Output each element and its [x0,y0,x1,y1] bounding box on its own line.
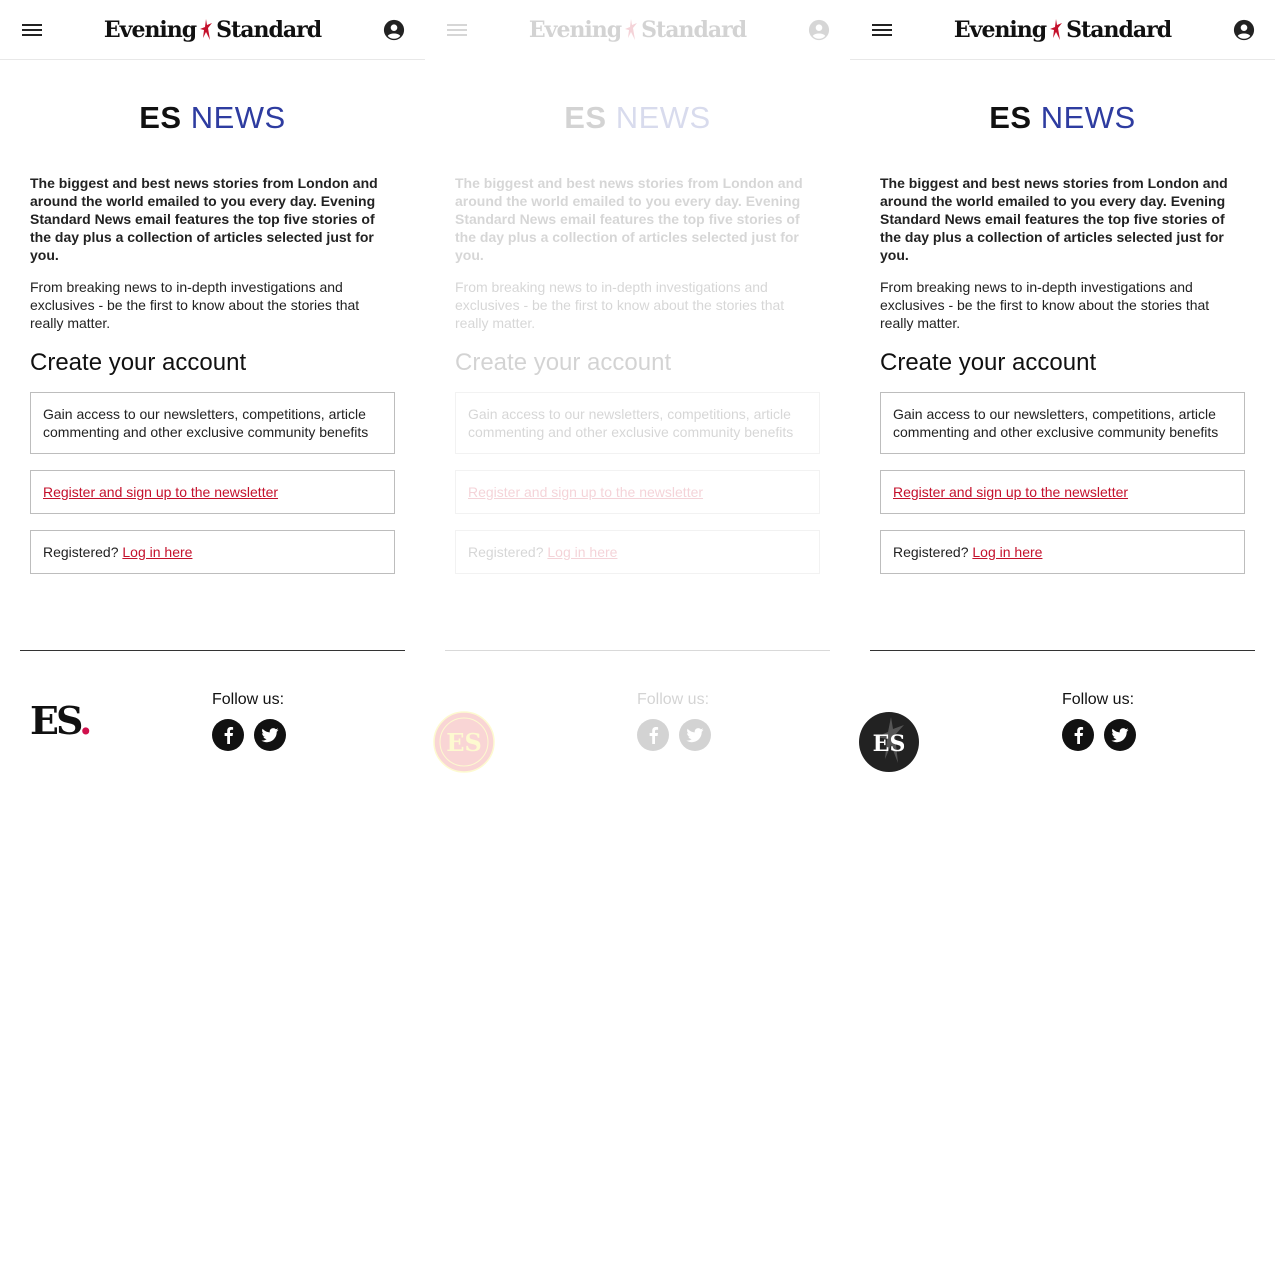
follow-us: Follow us: [637,691,711,751]
footer-logo[interactable]: ES [858,711,920,778]
benefits-box: Gain access to our newsletters, competit… [880,392,1245,454]
follow-label: Follow us: [637,691,710,708]
main-content: ES NEWS The biggest and best news storie… [0,98,425,574]
facebook-icon[interactable] [212,719,244,751]
registered-label: Registered? [893,544,969,560]
account-icon[interactable] [1233,19,1255,41]
site-header: Evening Standard [425,0,850,60]
account-icon[interactable] [808,19,830,41]
svg-text:ES: ES [873,731,906,757]
create-account-heading: Create your account [455,349,672,376]
intro-bold-text: The biggest and best news stories from L… [30,175,378,263]
site-header: Evening Standard [0,0,425,60]
site-footer: ES Follow us: [425,651,850,781]
account-icon[interactable] [383,19,405,41]
footer-logo[interactable]: ES [433,711,495,778]
title-es: ES [139,100,182,135]
social-links [637,719,711,751]
brand-left: Evening [528,16,622,43]
twitter-icon[interactable] [254,719,286,751]
register-link[interactable]: Register and sign up to the newsletter [893,484,1128,500]
login-box: Registered? Log in here [880,530,1245,574]
registered-label: Registered? [468,544,544,560]
title-es: ES [564,100,607,135]
winged-figure-icon [1050,18,1063,40]
follow-us: Follow us: [1062,691,1136,751]
es-seal-logo: ES [433,711,495,773]
login-box: Registered? Log in here [455,530,820,574]
es-round-logo: ES [859,712,919,772]
benefits-box: Gain access to our newsletters, competit… [30,392,395,454]
footer-logo-text: ES [30,698,82,743]
main-content: ES NEWS The biggest and best news storie… [425,98,850,574]
brand-logo[interactable]: Evening Standard [528,16,747,43]
login-link[interactable]: Log in here [547,544,617,560]
register-box: Register and sign up to the newsletter [880,470,1245,514]
register-link[interactable]: Register and sign up to the newsletter [468,484,703,500]
brand-left: Evening [953,16,1047,43]
menu-icon[interactable] [447,22,467,38]
login-link[interactable]: Log in here [122,544,192,560]
intro-bold-text: The biggest and best news stories from L… [455,175,803,263]
create-account-heading: Create your account [30,349,247,376]
brand-logo[interactable]: Evening Standard [953,16,1172,43]
register-link[interactable]: Register and sign up to the newsletter [43,484,278,500]
site-footer: ES. Follow us: [0,651,425,781]
benefits-box: Gain access to our newsletters, competit… [455,392,820,454]
svg-text:ES: ES [446,728,482,757]
register-box: Register and sign up to the newsletter [30,470,395,514]
panels-container: Evening Standard ES NEWS The biggest and… [0,0,1275,1287]
facebook-icon[interactable] [637,719,669,751]
registered-label: Registered? [43,544,119,560]
intro-text: From breaking news to in-depth investiga… [30,279,360,331]
footer-logo-dot: . [79,698,92,743]
brand-right: Standard [1066,16,1172,43]
brand-logo[interactable]: Evening Standard [103,16,322,43]
panel-standard: Evening Standard ES NEWS The biggest and… [0,0,425,1287]
page-title: ES NEWS [455,98,820,138]
panel-faded: Evening Standard ES NEWS The biggest and… [425,0,850,1287]
intro-text: From breaking news to in-depth investiga… [880,279,1210,331]
winged-figure-icon [625,18,638,40]
social-links [212,719,286,751]
facebook-icon[interactable] [1062,719,1094,751]
follow-label: Follow us: [1062,691,1135,708]
follow-us: Follow us: [212,691,286,751]
create-account-heading: Create your account [880,349,1097,376]
login-box: Registered? Log in here [30,530,395,574]
intro-bold-text: The biggest and best news stories from L… [880,175,1228,263]
menu-icon[interactable] [22,22,42,38]
twitter-icon[interactable] [1104,719,1136,751]
title-news: NEWS [615,100,711,135]
register-box: Register and sign up to the newsletter [455,470,820,514]
brand-left: Evening [103,16,197,43]
title-news: NEWS [1040,100,1136,135]
site-header: Evening Standard [850,0,1275,60]
title-news: NEWS [190,100,286,135]
winged-figure-icon [200,18,213,40]
panel-alternate: Evening Standard ES NEWS The biggest and… [850,0,1275,1287]
page-title: ES NEWS [880,98,1245,138]
follow-label: Follow us: [212,691,285,708]
twitter-icon[interactable] [679,719,711,751]
menu-icon[interactable] [872,22,892,38]
brand-right: Standard [641,16,747,43]
site-footer: ES Follow us: [850,651,1275,781]
social-links [1062,719,1136,751]
main-content: ES NEWS The biggest and best news storie… [850,98,1275,574]
title-es: ES [989,100,1032,135]
login-link[interactable]: Log in here [972,544,1042,560]
footer-logo[interactable]: ES. [30,698,92,743]
brand-right: Standard [216,16,322,43]
intro-text: From breaking news to in-depth investiga… [455,279,785,331]
page-title: ES NEWS [30,98,395,138]
